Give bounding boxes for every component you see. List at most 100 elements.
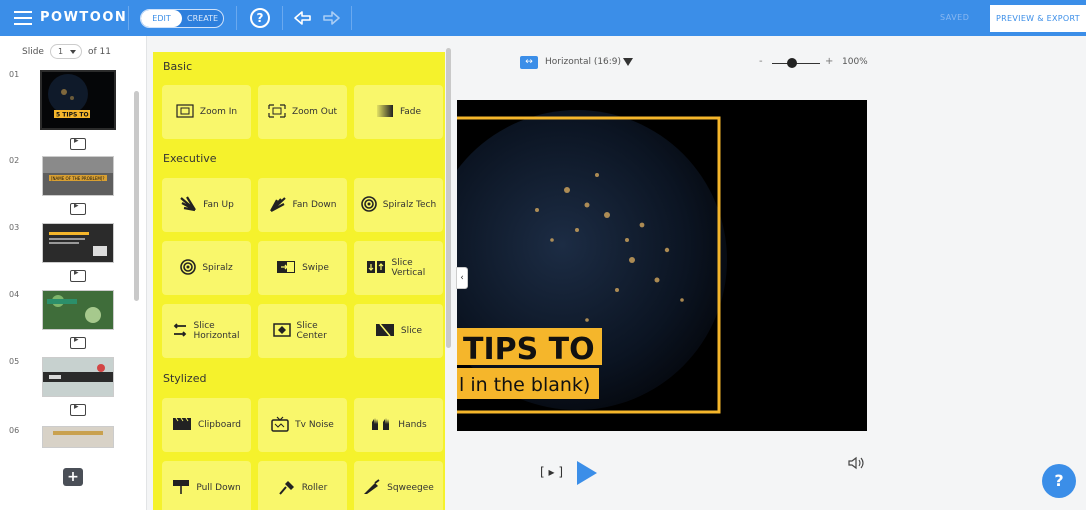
transition-zoom-out[interactable]: Zoom Out	[258, 85, 347, 139]
section-title-executive: Executive	[163, 152, 217, 165]
slide-number: 01	[9, 70, 20, 79]
help-chat-button[interactable]: ?	[1042, 464, 1076, 498]
slide-number: 05	[9, 357, 20, 366]
slide-thumbnail-2[interactable]: [NAME OF THE PROBLEM]?	[42, 156, 114, 196]
transition-label: Fan Down	[292, 200, 337, 210]
transition-sqweegee[interactable]: Sqweegee	[354, 461, 443, 510]
transitions-scrollbar[interactable]	[446, 48, 451, 348]
divider	[351, 6, 352, 30]
transition-fan-down[interactable]: Fan Down	[258, 178, 347, 232]
play-icon[interactable]	[577, 461, 597, 485]
transition-icon[interactable]	[70, 268, 86, 282]
transition-icon[interactable]	[70, 201, 86, 215]
transition-spiralz-tech[interactable]: Spiralz Tech	[354, 178, 443, 232]
transition-fan-up[interactable]: Fan Up	[162, 178, 251, 232]
transition-hands[interactable]: Hands	[354, 398, 443, 452]
slide-select[interactable]: 1	[49, 44, 82, 59]
transition-tv-noise[interactable]: Tv Noise	[258, 398, 347, 452]
section-title-stylized: Stylized	[163, 372, 207, 385]
roller-icon	[278, 479, 296, 498]
current-slide-value: 1	[57, 47, 64, 56]
transition-icon[interactable]	[70, 335, 86, 349]
slide-count: of 11	[87, 46, 111, 57]
transition-label: Clipboard	[198, 420, 241, 430]
mode-toggle[interactable]: EDIT CREATE	[140, 9, 224, 28]
thumb-title: 5 TIPS TO	[56, 112, 89, 119]
slide-thumbnail-6[interactable]	[42, 426, 114, 448]
redo-icon[interactable]	[321, 9, 341, 27]
transition-label: Sqweegee	[387, 483, 434, 493]
stage-title: TIPS TO	[463, 332, 595, 367]
transition-label: Spiralz	[202, 263, 233, 273]
create-mode-button[interactable]: CREATE	[182, 10, 223, 27]
transition-label: Hands	[398, 420, 427, 430]
chevron-down-icon[interactable]	[623, 58, 633, 66]
zoom-in-button[interactable]: +	[825, 56, 833, 67]
transition-zoom-in[interactable]: Zoom In	[162, 85, 251, 139]
squeegee-icon	[363, 478, 381, 498]
transition-swipe[interactable]: Swipe	[258, 241, 347, 295]
slides-panel: Slide 1 of 11 01 5 TIPS TO 02 [NAME OF T…	[0, 36, 147, 510]
slice-horizontal-icon	[172, 322, 188, 341]
zoom-level: 100%	[842, 57, 868, 67]
play-from-here-button[interactable]: [ ▸ ]	[540, 465, 563, 479]
slide-number: 02	[9, 156, 20, 165]
transition-label: Spiralz Tech	[382, 200, 437, 210]
spiral-icon	[360, 195, 377, 215]
slide-number: 04	[9, 290, 20, 299]
divider	[236, 6, 237, 30]
transition-label: Pull Down	[196, 483, 241, 493]
powtoon-logo: POWTOON	[40, 10, 128, 25]
thumb-title: [NAME OF THE PROBLEM]?	[51, 176, 104, 181]
slides-scrollbar[interactable]	[134, 91, 139, 301]
menu-icon[interactable]	[14, 11, 32, 25]
aspect-ratio-icon[interactable]: ↔	[520, 56, 538, 69]
zoom-in-icon	[176, 103, 194, 121]
zoom-out-icon	[268, 103, 286, 121]
slice-center-icon	[272, 322, 291, 340]
section-title-basic: Basic	[163, 60, 193, 73]
transition-label: Slice	[400, 326, 423, 336]
slide-thumbnail-5[interactable]	[42, 357, 114, 397]
transition-icon[interactable]	[70, 136, 86, 150]
transition-label: Slice Vertical	[391, 258, 426, 278]
tv-icon	[271, 416, 289, 435]
transition-fade[interactable]: Fade	[354, 85, 443, 139]
help-button[interactable]: ?	[250, 8, 270, 28]
slide-navigator: Slide 1 of 11	[22, 44, 111, 59]
slide-stage[interactable]: TIPS TO l in the blank)	[457, 100, 867, 431]
transition-slice-vertical[interactable]: Slice Vertical	[354, 241, 443, 295]
transition-icon[interactable]	[70, 402, 86, 416]
transition-slice-horizontal[interactable]: Slice Horizontal	[162, 304, 251, 358]
undo-icon[interactable]	[293, 9, 313, 27]
add-slide-button[interactable]: +	[63, 468, 83, 486]
slide-thumbnail-1[interactable]: 5 TIPS TO	[40, 70, 116, 130]
fan-down-icon	[269, 196, 287, 215]
edit-mode-button[interactable]: EDIT	[141, 10, 182, 27]
saved-status: SAVED	[940, 13, 970, 22]
transitions-panel: Basic Zoom In Zoom Out Fade Executive Fa…	[153, 52, 445, 510]
transition-roller[interactable]: Roller	[258, 461, 347, 510]
aspect-ratio-label[interactable]: Horizontal (16:9)	[545, 57, 621, 67]
speaker-icon[interactable]	[848, 456, 866, 473]
preview-export-button[interactable]: PREVIEW & EXPORT	[990, 5, 1086, 32]
transition-label: Swipe	[302, 263, 329, 273]
slide-number: 03	[9, 223, 20, 232]
slide-thumbnail-4[interactable]	[42, 290, 114, 330]
transition-slice[interactable]: Slice	[354, 304, 443, 358]
zoom-slider-handle[interactable]	[787, 58, 797, 68]
transition-clipboard[interactable]: Clipboard	[162, 398, 251, 452]
transition-spiralz[interactable]: Spiralz	[162, 241, 251, 295]
divider	[282, 6, 283, 30]
top-bar: POWTOON EDIT CREATE ? SAVED PREVIEW & EX…	[0, 0, 1086, 36]
slide-label: Slide	[22, 46, 44, 57]
transition-label: Zoom In	[199, 107, 238, 117]
transition-slice-center[interactable]: Slice Center	[258, 304, 347, 358]
transition-label: Roller	[301, 483, 328, 493]
zoom-out-button[interactable]: -	[759, 56, 763, 67]
transition-pull-down[interactable]: Pull Down	[162, 461, 251, 510]
collapse-panel-button[interactable]: ‹	[456, 267, 468, 289]
slide-thumbnail-3[interactable]	[42, 223, 114, 263]
transition-label: Fan Up	[203, 200, 234, 210]
transition-label: Slice Horizontal	[193, 321, 240, 341]
